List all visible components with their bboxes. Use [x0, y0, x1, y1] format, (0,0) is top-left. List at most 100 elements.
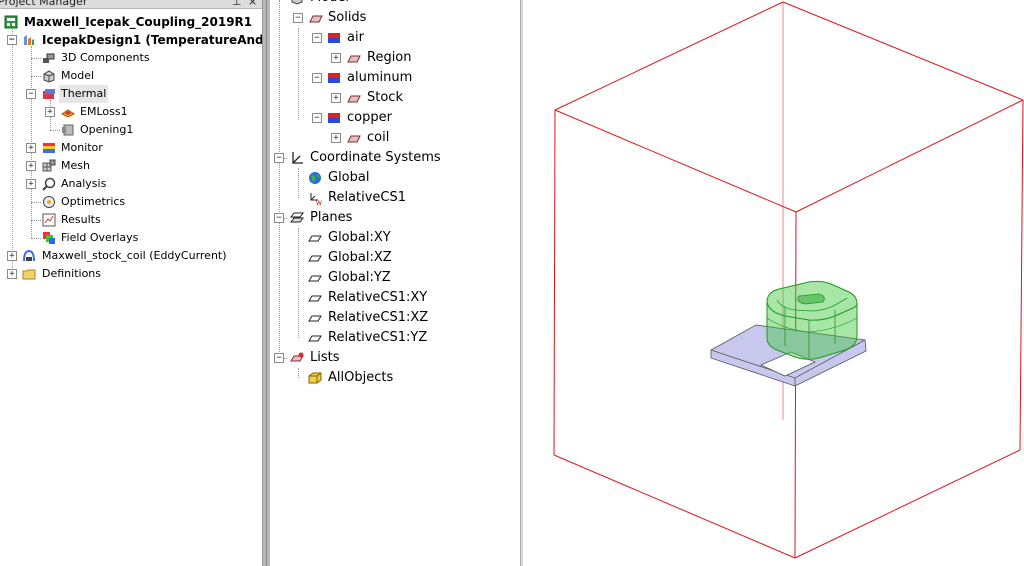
- tree-item-label: RelativeCS1:XZ: [328, 310, 429, 325]
- planes-icon: [290, 212, 304, 223]
- plane-icon: [308, 255, 322, 262]
- model-tree-panel: Model − Solids − air + Region − aluminum…: [270, 0, 520, 566]
- tree-item-label: Model: [61, 69, 95, 82]
- maxwell-design-icon: [23, 249, 35, 262]
- tree-item-label: EMLoss1: [80, 105, 128, 118]
- project-icon: [4, 15, 18, 29]
- tree-item-label: Optimetrics: [61, 195, 126, 208]
- tree-item-label: RelativeCS1: [328, 190, 407, 205]
- collapse-toggle[interactable]: −: [312, 113, 322, 123]
- object-icon: [347, 95, 361, 103]
- plane-icon: [308, 295, 322, 302]
- tree-item-label: Solids: [328, 10, 367, 25]
- pin-icon[interactable]: ⊥: [232, 0, 242, 8]
- object-icon: [347, 55, 361, 63]
- expand-toggle[interactable]: +: [331, 93, 341, 103]
- plane-icon: [308, 235, 322, 242]
- tree-item-label: Planes: [310, 210, 353, 225]
- 3d-viewport[interactable]: [523, 0, 1024, 566]
- region-wireframe[interactable]: [553, 1, 1024, 559]
- expand-toggle[interactable]: +: [7, 269, 17, 279]
- project-label: Maxwell_Icepak_Coupling_2019R1: [24, 15, 253, 29]
- model-icon: [43, 70, 55, 83]
- tree-item-label: Monitor: [61, 141, 103, 154]
- tree-item-label: RelativeCS1:YZ: [328, 330, 428, 345]
- tree-item-label: Field Overlays: [61, 231, 139, 244]
- tree-item-label: RelativeCS1:XY: [328, 290, 428, 305]
- mesh-icon: [42, 159, 56, 172]
- project-manager-panel: Project Manager ⊥ × Maxwell_Icepak_Coupl…: [0, 0, 262, 566]
- design-label: IcepakDesign1 (TemperatureAndFlow)*: [42, 33, 262, 47]
- tree-item-label: Region: [367, 50, 412, 65]
- svg-text:W: W: [316, 200, 322, 205]
- plane-icon: [308, 335, 322, 342]
- tree-item-label: Stock: [367, 90, 403, 105]
- tree-item-label: Global:YZ: [328, 270, 391, 285]
- analysis-icon: [42, 177, 56, 191]
- monitor-icon: [43, 143, 55, 153]
- collapse-toggle[interactable]: −: [274, 213, 284, 223]
- project-node[interactable]: Maxwell_Icepak_Coupling_2019R1: [0, 13, 262, 31]
- expand-toggle[interactable]: +: [331, 53, 341, 63]
- folder-icon: [22, 269, 36, 280]
- coil-object[interactable]: [766, 280, 858, 360]
- coordinate-systems-icon: [292, 152, 303, 164]
- collapse-toggle[interactable]: −: [293, 13, 303, 23]
- material-icon: [328, 33, 340, 43]
- tree-item-label: coil: [367, 130, 390, 145]
- object-icon: [347, 135, 361, 143]
- expand-toggle[interactable]: +: [26, 179, 36, 189]
- all-objects-icon: [308, 372, 322, 384]
- design-node-icepak[interactable]: − IcepakDesign1 (TemperatureAndFlow)*: [0, 31, 262, 49]
- project-manager-title: Project Manager: [0, 0, 88, 8]
- close-icon[interactable]: ×: [248, 0, 257, 8]
- relative-cs-icon: W: [310, 193, 322, 205]
- expand-toggle[interactable]: +: [26, 143, 36, 153]
- tree-item-label: Results: [61, 213, 101, 226]
- icepak-design-icon: [24, 35, 34, 45]
- collapse-toggle[interactable]: −: [312, 33, 322, 43]
- collapse-toggle[interactable]: −: [274, 153, 284, 163]
- tree-item-label: aluminum: [347, 70, 413, 85]
- plane-icon: [308, 315, 322, 322]
- collapse-toggle[interactable]: −: [26, 89, 36, 99]
- globe-icon: [309, 172, 321, 184]
- results-icon: [42, 213, 56, 227]
- plane-icon: [308, 275, 322, 282]
- model-view-canvas[interactable]: [523, 0, 1024, 566]
- collapse-toggle[interactable]: −: [7, 35, 17, 45]
- tree-item-label: Lists: [310, 350, 340, 365]
- expand-toggle[interactable]: +: [7, 251, 17, 261]
- lists-icon: [290, 352, 304, 362]
- model-icon: [291, 0, 303, 5]
- optimetrics-icon: [43, 196, 55, 208]
- tree-item-label: Definitions: [42, 267, 101, 280]
- tree-item-label: copper: [347, 110, 392, 125]
- project-manager-header: Project Manager ⊥ ×: [0, 0, 262, 9]
- tree-item-label: Maxwell_stock_coil (EddyCurrent): [42, 249, 227, 262]
- tree-item-label: Opening1: [80, 123, 134, 136]
- solids-icon: [309, 15, 323, 23]
- thermal-icon: [43, 89, 55, 99]
- emloss-icon: [61, 109, 75, 118]
- tree-item-label: Global:XZ: [328, 250, 392, 265]
- collapse-toggle[interactable]: −: [274, 353, 284, 363]
- opening-icon: [62, 124, 74, 136]
- tree-item-label: Analysis: [61, 177, 107, 190]
- tree-item-label: Model: [310, 0, 349, 8]
- expand-toggle[interactable]: +: [26, 161, 36, 171]
- tree-item-label: Coordinate Systems: [310, 150, 441, 165]
- tree-item-label: Mesh: [61, 159, 90, 172]
- field-overlays-icon: [43, 232, 55, 244]
- tree-item-label: Global:XY: [328, 230, 391, 245]
- expand-toggle[interactable]: +: [331, 133, 341, 143]
- tree-item-label: Global: [328, 170, 370, 185]
- tree-item-label: AllObjects: [328, 370, 394, 385]
- material-icon: [328, 113, 340, 123]
- tree-item-label: Thermal: [59, 85, 109, 103]
- 3d-components-icon: [43, 53, 55, 63]
- collapse-toggle[interactable]: −: [312, 73, 322, 83]
- material-icon: [328, 73, 340, 83]
- tree-item-label: air: [347, 30, 364, 45]
- expand-toggle[interactable]: +: [45, 107, 55, 117]
